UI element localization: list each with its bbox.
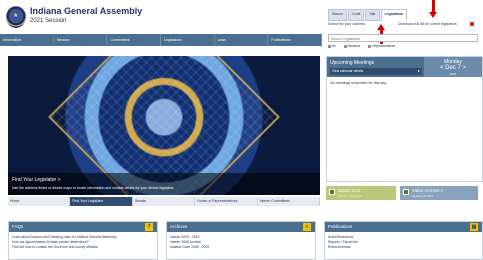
meetings-title: Upcoming Meetings xyxy=(330,60,375,66)
subnav-interim-committees[interactable]: Interim Committees xyxy=(258,197,321,206)
radio-senators-label: Senators xyxy=(347,44,361,48)
watch-live-button[interactable]: Watch Live Session Schedule xyxy=(326,186,396,200)
video-icon xyxy=(329,189,335,195)
date-selector: Monday < Dec 7 > 2020 xyxy=(424,57,482,77)
publications-icon: ▤ xyxy=(470,223,478,231)
subtab-legislators[interactable]: Legislators xyxy=(380,9,408,21)
hero-description: Use the address finder or district maps … xyxy=(12,186,175,190)
archive-icon: ≡ xyxy=(303,223,311,231)
subnav-find-legislator[interactable]: Find Your Legislator xyxy=(70,197,133,206)
radio-icon xyxy=(328,44,331,48)
faqs-panel: FAQs ? Learn about session and lobbying … xyxy=(8,221,158,260)
arrow-right-icon: ▸ xyxy=(417,68,420,73)
subnav-house[interactable]: House of Representatives xyxy=(195,197,258,206)
archives-header: Archives ≡ xyxy=(167,222,315,232)
video-archive-sub: Session Archive xyxy=(412,194,434,198)
view-calendar-link[interactable]: View calendar details ▸ xyxy=(330,68,422,75)
hero-title-link[interactable]: Find Your Legislator > xyxy=(12,177,61,183)
watch-live-title: Watch Live xyxy=(338,188,361,193)
download-legislators-link[interactable]: Download full list of current legislator… xyxy=(398,22,457,26)
selected-year: 2020 xyxy=(449,72,457,76)
subnav-home[interactable]: Home xyxy=(8,197,71,206)
archive-link[interactable]: Indiana Code 2008 - 2009 xyxy=(170,245,209,250)
archives-panel: Archives ≡ Interim 2009 - 2019 Interim 2… xyxy=(166,221,316,260)
radio-senators[interactable]: Senators xyxy=(343,44,361,50)
secondary-nav: Home Find Your Legislator Senate House o… xyxy=(8,197,321,206)
search-by-address-link[interactable]: Search by your address xyxy=(328,22,365,26)
publications-header: Publications ▤ xyxy=(325,222,482,232)
faqs-title: FAQs xyxy=(12,224,24,229)
question-icon: ? xyxy=(145,223,153,231)
radio-all[interactable]: All xyxy=(328,44,336,50)
archives-links: Interim 2009 - 2019 Interim 2008 Archive… xyxy=(170,235,209,250)
hero-image[interactable]: Find Your Legislator > Use the address f… xyxy=(8,56,320,195)
search-subtabs: Search Code Site Legislators xyxy=(328,9,408,21)
archives-title: Archives xyxy=(170,224,188,229)
state-seal-logo[interactable]: ★ xyxy=(6,6,26,28)
nav-publications[interactable]: Publications xyxy=(268,34,323,46)
subtab-code[interactable]: Code xyxy=(348,9,365,21)
radio-representatives-label: Representatives xyxy=(372,44,396,48)
site-header: ★ Indiana General Assembly 2021 Session … xyxy=(0,0,483,34)
subtab-site[interactable]: Site xyxy=(365,9,380,21)
nav-information[interactable]: Information xyxy=(0,34,54,46)
upcoming-meetings-panel: Upcoming Meetings View calendar details … xyxy=(326,56,483,182)
subnav-senate[interactable]: Senate xyxy=(133,197,196,206)
download-icon xyxy=(470,22,474,26)
view-calendar-label: View calendar details xyxy=(332,69,364,73)
meetings-header: Upcoming Meetings View calendar details … xyxy=(327,57,482,77)
publication-link[interactable]: Rules/Journals xyxy=(328,245,358,250)
radio-icon xyxy=(343,44,347,48)
nav-laws[interactable]: Laws xyxy=(215,34,269,46)
nav-committees[interactable]: Committees xyxy=(107,34,162,46)
video-archive-title: Video Archive > xyxy=(412,188,444,193)
no-meetings-message: No meetings scheduled for this day. xyxy=(330,81,387,85)
hero-caption: Find Your Legislator > Use the address f… xyxy=(8,173,320,195)
annotation-arrow-down-icon xyxy=(429,0,437,18)
faq-link[interactable]: Find out how to contact the Governor and… xyxy=(12,245,117,250)
radio-icon xyxy=(368,44,372,48)
nav-legislators[interactable]: Legislators xyxy=(161,34,215,46)
archive-icon xyxy=(403,189,409,195)
main-nav: Information Session Committees Legislato… xyxy=(0,34,323,46)
legislator-search-input[interactable]: Search Legislators xyxy=(328,34,478,42)
search-filter-radios: All Senators Representatives xyxy=(328,44,478,50)
publications-panel: Publications ▤ Acts/Resolutions Reports … xyxy=(324,221,483,260)
publications-title: Publications xyxy=(328,224,353,229)
faqs-header: FAQs ? xyxy=(9,222,157,232)
watch-live-sub: Session Schedule xyxy=(338,194,363,198)
date-nav[interactable]: < Dec 7 > xyxy=(424,65,482,71)
video-archive-button[interactable]: Video Archive > Session Archive xyxy=(400,186,478,200)
nav-session[interactable]: Session xyxy=(54,34,108,46)
subtab-search[interactable]: Search xyxy=(328,9,348,21)
legislator-search-row: Search by your address Download full lis… xyxy=(328,21,478,31)
radio-representatives[interactable]: Representatives xyxy=(368,44,395,50)
radio-all-label: All xyxy=(332,44,336,48)
site-title[interactable]: Indiana General Assembly xyxy=(30,6,142,16)
publications-links: Acts/Resolutions Reports / Fiscal Info R… xyxy=(328,235,358,250)
faqs-links: Learn about session and lobbying rules f… xyxy=(12,235,117,250)
session-label: 2021 Session xyxy=(30,18,67,24)
